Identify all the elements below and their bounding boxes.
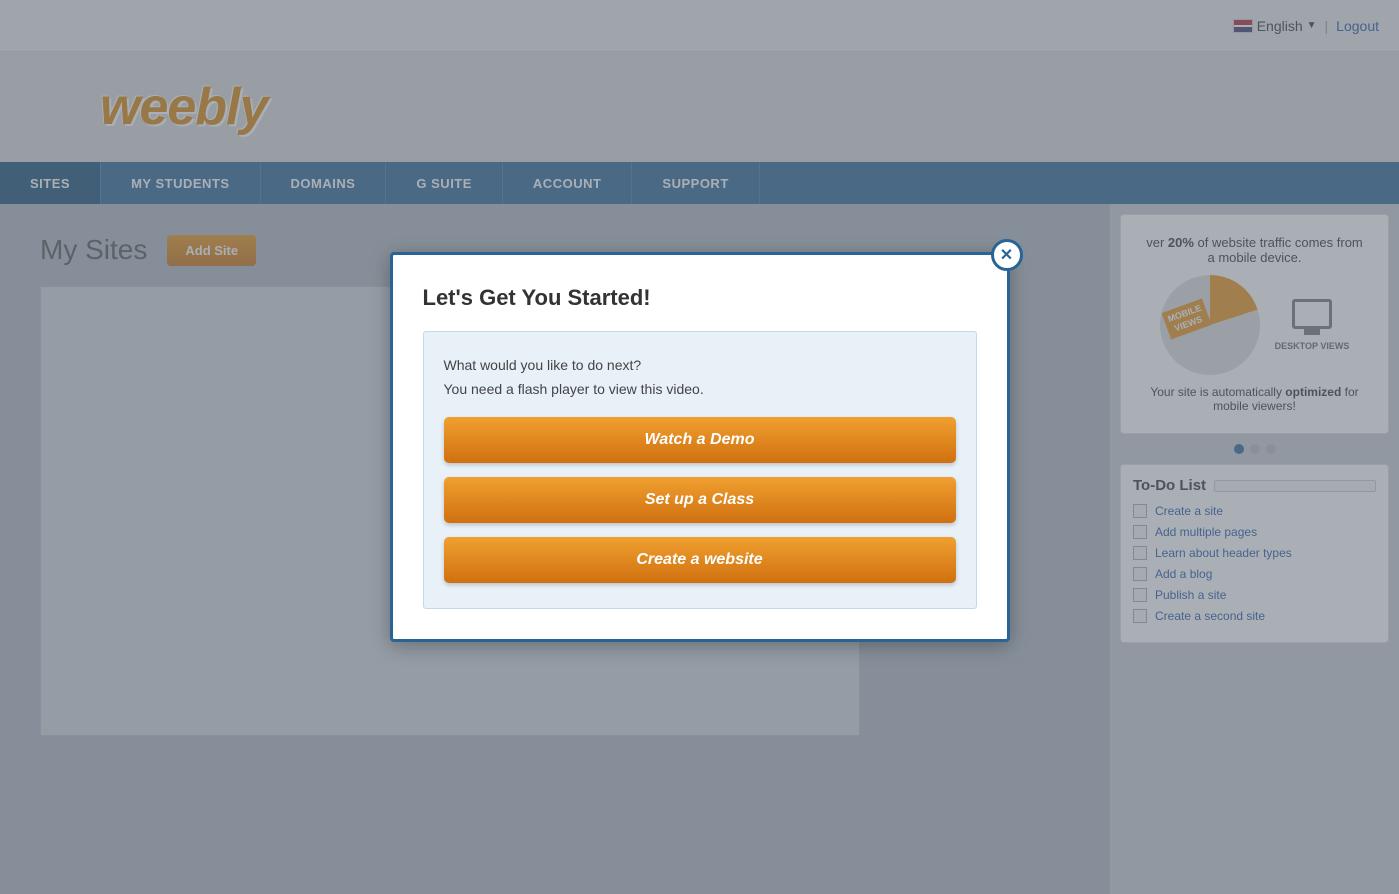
modal-flash-note: You need a flash player to view this vid…	[444, 381, 956, 397]
watch-demo-button[interactable]: Watch a Demo	[444, 417, 956, 463]
modal-overlay[interactable]: ✕ Let's Get You Started! What would you …	[0, 0, 1399, 894]
modal-dialog: ✕ Let's Get You Started! What would you …	[390, 252, 1010, 642]
modal-title: Let's Get You Started!	[423, 285, 977, 311]
modal-close-button[interactable]: ✕	[991, 239, 1023, 271]
create-website-button[interactable]: Create a website	[444, 537, 956, 583]
modal-subtitle: What would you like to do next?	[444, 357, 956, 373]
modal-inner: What would you like to do next? You need…	[423, 331, 977, 609]
setup-class-button[interactable]: Set up a Class	[444, 477, 956, 523]
